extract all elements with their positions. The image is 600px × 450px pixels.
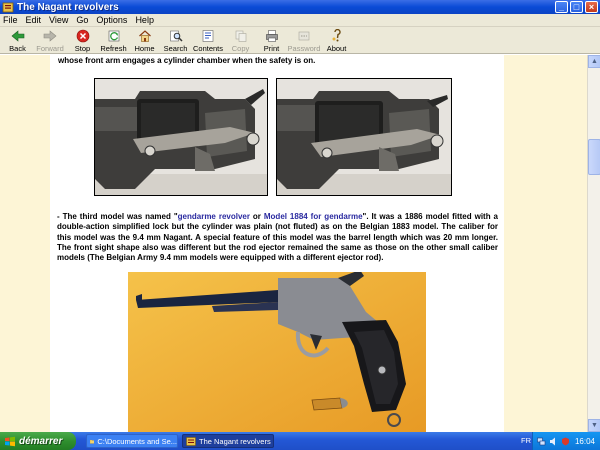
search-icon [169, 30, 183, 42]
start-button[interactable]: démarrer [0, 432, 76, 450]
para-mid: or [249, 212, 264, 221]
search-label: Search [163, 44, 188, 53]
print-button[interactable]: Print [256, 27, 287, 53]
para-prefix: - The third model was named " [57, 212, 178, 221]
print-icon [265, 30, 278, 42]
window-title: The Nagant revolvers [17, 1, 119, 13]
home-label: Home [134, 44, 155, 53]
photo-gendarme-revolver [128, 272, 426, 432]
vertical-scrollbar[interactable]: ▲ ▼ [587, 55, 600, 432]
copy-icon [235, 30, 246, 42]
menu-options[interactable]: Options [96, 15, 127, 25]
refresh-button[interactable]: Refresh [98, 27, 129, 53]
refresh-label: Refresh [100, 44, 127, 53]
paragraph-third-model: - The third model was named "gendarme re… [57, 212, 498, 263]
clock: 16:04 [574, 436, 595, 446]
menu-file[interactable]: File [3, 15, 18, 25]
photo-cylinder-safety-2 [276, 78, 452, 196]
revolver-frame-image-1 [95, 79, 267, 195]
title-bar: The Nagant revolvers _ □ × [0, 0, 600, 14]
start-label: démarrer [19, 435, 63, 447]
back-arrow-icon [11, 30, 24, 42]
about-button[interactable]: About [321, 27, 352, 53]
language-indicator[interactable]: FR [521, 436, 531, 445]
page-margin-left [0, 55, 50, 432]
folder-icon [90, 439, 95, 444]
menu-help[interactable]: Help [135, 15, 154, 25]
menu-view[interactable]: View [49, 15, 68, 25]
link-gendarme-revolver[interactable]: gendarme revolver [178, 212, 250, 221]
back-button[interactable]: Back [2, 27, 33, 53]
revolver-frame-image-2 [277, 79, 451, 195]
password-button[interactable]: Password [287, 27, 321, 53]
stop-icon [76, 29, 89, 43]
taskbar: démarrer C:\Documents and Se... The Naga… [0, 432, 600, 450]
tray-volume-icon[interactable] [549, 437, 558, 446]
system-tray: 16:04 [532, 432, 600, 450]
scroll-down-arrow-icon[interactable]: ▼ [588, 419, 600, 432]
tray-shield-icon[interactable] [561, 437, 570, 446]
help-book-icon [186, 436, 196, 446]
home-button[interactable]: Home [129, 27, 160, 53]
menu-go[interactable]: Go [76, 15, 88, 25]
copy-button[interactable]: Copy [225, 27, 256, 53]
contents-label: Contents [192, 44, 224, 53]
photo-cylinder-safety-1 [94, 78, 268, 196]
tray-network-icon[interactable] [537, 437, 546, 446]
windows-flag-icon [5, 436, 15, 446]
forward-label: Forward [36, 44, 64, 53]
page-margin-right [504, 55, 587, 432]
taskbar-item-label: C:\Documents and Se... [97, 436, 177, 446]
print-label: Print [263, 44, 280, 53]
taskbar-item-explorer[interactable]: C:\Documents and Se... [86, 434, 178, 448]
maximize-button[interactable]: □ [570, 1, 583, 13]
back-label: Back [9, 44, 26, 53]
refresh-icon [108, 30, 119, 42]
toolbar: Back Forward Stop Refresh Home Search Co… [0, 27, 600, 54]
menu-edit[interactable]: Edit [26, 15, 42, 25]
home-icon [138, 30, 151, 42]
stop-button[interactable]: Stop [67, 27, 98, 53]
contents-button[interactable]: Contents [191, 27, 225, 53]
scroll-thumb[interactable] [588, 139, 600, 175]
taskbar-item-nagant[interactable]: The Nagant revolvers [182, 434, 274, 448]
link-model-1884[interactable]: Model 1884 for gendarme [264, 212, 363, 221]
password-icon [298, 31, 310, 41]
password-label: Password [287, 44, 321, 53]
revolver-image [128, 272, 426, 432]
forward-button[interactable]: Forward [33, 27, 67, 53]
minimize-button[interactable]: _ [555, 1, 568, 13]
taskbar-item-label: The Nagant revolvers [199, 436, 271, 446]
close-button[interactable]: × [585, 1, 598, 13]
search-button[interactable]: Search [160, 27, 191, 53]
page-body: whose front arm engages a cylinder chamb… [50, 55, 504, 432]
menu-bar: File Edit View Go Options Help [0, 14, 600, 27]
copy-label: Copy [231, 44, 250, 53]
help-book-icon [2, 2, 14, 12]
text-line-top: whose front arm engages a cylinder chamb… [58, 56, 316, 65]
contents-icon [202, 30, 214, 42]
about-icon [332, 29, 341, 42]
document-view[interactable]: whose front arm engages a cylinder chamb… [0, 55, 587, 432]
forward-arrow-icon [43, 30, 57, 42]
stop-label: Stop [74, 44, 91, 53]
scroll-up-arrow-icon[interactable]: ▲ [588, 55, 600, 68]
about-label: About [326, 44, 347, 53]
